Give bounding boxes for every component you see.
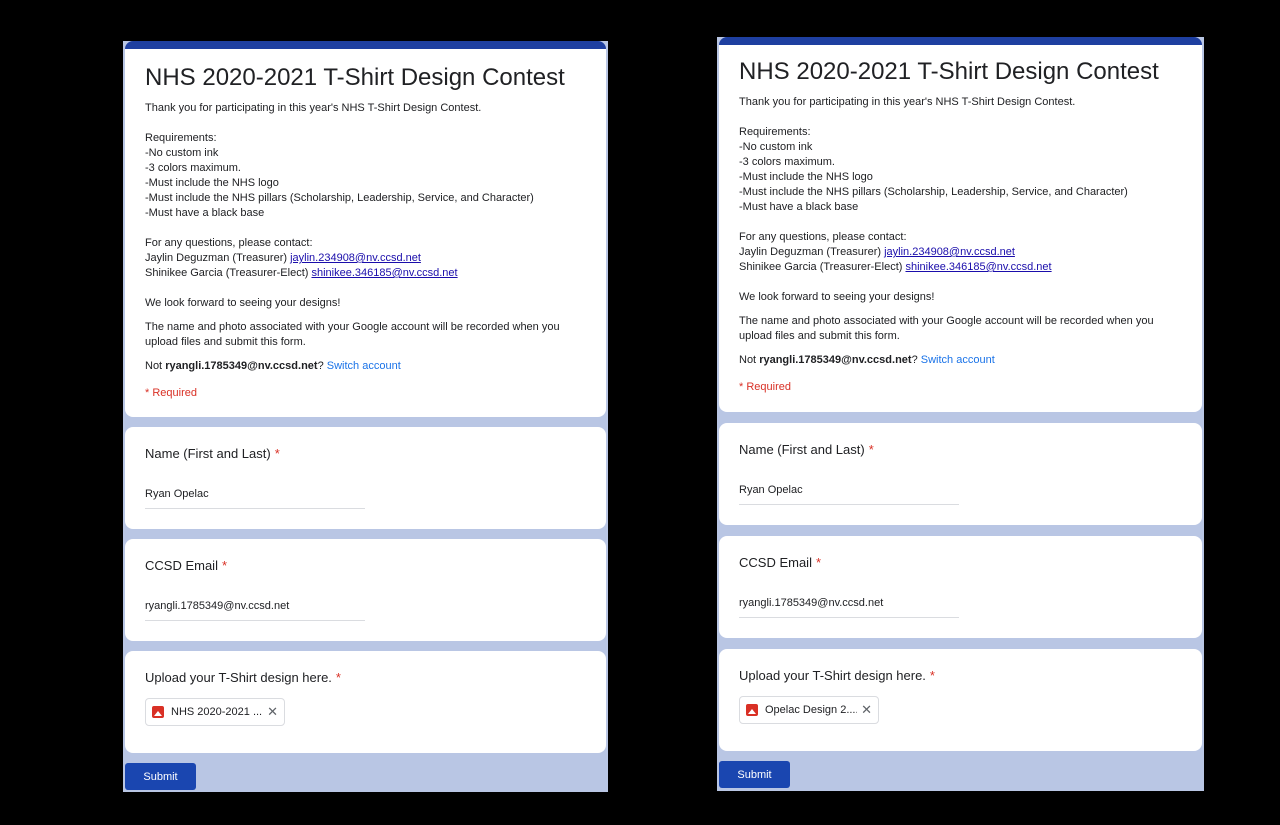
requirement-item: -3 colors maximum.	[145, 162, 241, 174]
file-name: Opelac Design 2....	[765, 704, 858, 716]
question-card-name: Name (First and Last) * Ryan Opelac	[125, 427, 606, 529]
uploaded-file-chip[interactable]: NHS 2020-2021 ... ✕	[145, 698, 285, 726]
submit-button[interactable]: Submit	[719, 761, 790, 788]
switch-account-link[interactable]: Switch account	[921, 354, 995, 366]
question-label: Upload your T-Shirt design here. *	[739, 667, 1182, 685]
question-text: Name (First and Last)	[145, 446, 271, 461]
contact-name: Jaylin Deguzman (Treasurer)	[145, 252, 288, 264]
image-file-icon	[152, 706, 164, 718]
contact-email-link[interactable]: shinikee.346185@nv.ccsd.net	[905, 261, 1051, 273]
close-icon[interactable]: ✕	[267, 704, 278, 720]
form-title: NHS 2020-2021 T-Shirt Design Contest	[145, 64, 565, 91]
requirement-item: -Must have a black base	[145, 207, 265, 219]
question-label: CCSD Email *	[739, 554, 1182, 572]
question-text: Upload your T-Shirt design here.	[739, 668, 926, 683]
contact-heading: For any questions, please contact:	[145, 237, 313, 249]
contact-name: Shinikee Garcia (Treasurer-Elect)	[739, 261, 903, 273]
privacy-note: The name and photo associated with your …	[145, 321, 560, 348]
question-text: Upload your T-Shirt design here.	[145, 670, 332, 685]
question-text: CCSD Email	[145, 558, 218, 573]
close-icon[interactable]: ✕	[861, 702, 872, 718]
required-star: *	[929, 668, 935, 683]
switch-account-link[interactable]: Switch account	[327, 360, 401, 372]
question-label: Name (First and Last) *	[145, 445, 586, 463]
required-note: * Required	[739, 381, 791, 393]
contact-name: Jaylin Deguzman (Treasurer)	[739, 246, 882, 258]
name-field[interactable]: Ryan Opelac	[145, 487, 365, 509]
required-star: *	[868, 442, 874, 457]
account-row: Not ryangli.1785349@nv.ccsd.net? Switch …	[739, 353, 1182, 368]
question-card-email: CCSD Email * ryangli.1785349@nv.ccsd.net	[719, 536, 1202, 638]
intro-text: Thank you for participating in this year…	[145, 102, 482, 114]
requirement-item: -3 colors maximum.	[739, 156, 835, 168]
form-screenshot-right: NHS 2020-2021 T-Shirt Design Contest Tha…	[717, 37, 1204, 791]
required-star: *	[221, 558, 228, 573]
account-suffix: ?	[911, 354, 918, 366]
uploaded-file-chip[interactable]: Opelac Design 2.... ✕	[739, 696, 879, 724]
account-suffix: ?	[317, 360, 324, 372]
question-label: Name (First and Last) *	[739, 441, 1182, 459]
requirement-item: -Must include the NHS pillars (Scholarsh…	[145, 192, 534, 204]
required-star: *	[335, 670, 341, 685]
contact-name: Shinikee Garcia (Treasurer-Elect)	[145, 267, 309, 279]
form-header-card: NHS 2020-2021 T-Shirt Design Contest Tha…	[719, 37, 1202, 412]
contact-row: Shinikee Garcia (Treasurer-Elect) shinik…	[739, 260, 1182, 275]
required-note: * Required	[145, 387, 197, 399]
contact-email-link[interactable]: jaylin.234908@nv.ccsd.net	[884, 246, 1015, 258]
contact-row: Shinikee Garcia (Treasurer-Elect) shinik…	[145, 266, 586, 281]
requirement-item: -No custom ink	[145, 147, 219, 159]
requirements-heading: Requirements:	[739, 126, 811, 138]
account-email: ryangli.1785349@nv.ccsd.net	[759, 354, 912, 366]
form-screenshot-left: NHS 2020-2021 T-Shirt Design Contest Tha…	[123, 41, 608, 792]
question-label: CCSD Email *	[145, 557, 586, 575]
form-title: NHS 2020-2021 T-Shirt Design Contest	[739, 58, 1159, 85]
closing-text: We look forward to seeing your designs!	[739, 291, 935, 303]
image-file-icon	[746, 704, 758, 716]
form-header-card: NHS 2020-2021 T-Shirt Design Contest Tha…	[125, 41, 606, 417]
intro-text: Thank you for participating in this year…	[739, 96, 1076, 108]
contact-heading: For any questions, please contact:	[739, 231, 907, 243]
contact-email-link[interactable]: jaylin.234908@nv.ccsd.net	[290, 252, 421, 264]
closing-text: We look forward to seeing your designs!	[145, 297, 341, 309]
requirement-item: -Must have a black base	[739, 201, 859, 213]
question-card-upload: Upload your T-Shirt design here. * NHS 20…	[125, 651, 606, 753]
file-name: NHS 2020-2021 ...	[171, 706, 263, 718]
contact-row: Jaylin Deguzman (Treasurer) jaylin.23490…	[145, 251, 586, 266]
privacy-note: The name and photo associated with your …	[739, 315, 1154, 342]
submit-button[interactable]: Submit	[125, 763, 196, 790]
question-text: Name (First and Last)	[739, 442, 865, 457]
required-star: *	[815, 555, 822, 570]
contact-email-link[interactable]: shinikee.346185@nv.ccsd.net	[311, 267, 457, 279]
requirement-item: -No custom ink	[739, 141, 813, 153]
question-card-upload: Upload your T-Shirt design here. * Opelac…	[719, 649, 1202, 751]
name-field[interactable]: Ryan Opelac	[739, 483, 959, 505]
email-field[interactable]: ryangli.1785349@nv.ccsd.net	[145, 599, 365, 621]
question-label: Upload your T-Shirt design here. *	[145, 669, 586, 687]
requirement-item: -Must include the NHS pillars (Scholarsh…	[739, 186, 1128, 198]
requirement-item: -Must include the NHS logo	[739, 171, 873, 183]
question-card-email: CCSD Email * ryangli.1785349@nv.ccsd.net	[125, 539, 606, 641]
contact-row: Jaylin Deguzman (Treasurer) jaylin.23490…	[739, 245, 1182, 260]
email-field[interactable]: ryangli.1785349@nv.ccsd.net	[739, 596, 959, 618]
account-prefix: Not	[145, 360, 163, 372]
requirements-heading: Requirements:	[145, 132, 217, 144]
question-text: CCSD Email	[739, 555, 812, 570]
account-email: ryangli.1785349@nv.ccsd.net	[165, 360, 318, 372]
account-prefix: Not	[739, 354, 757, 366]
question-card-name: Name (First and Last) * Ryan Opelac	[719, 423, 1202, 525]
requirement-item: -Must include the NHS logo	[145, 177, 279, 189]
account-row: Not ryangli.1785349@nv.ccsd.net? Switch …	[145, 359, 586, 374]
required-star: *	[274, 446, 280, 461]
